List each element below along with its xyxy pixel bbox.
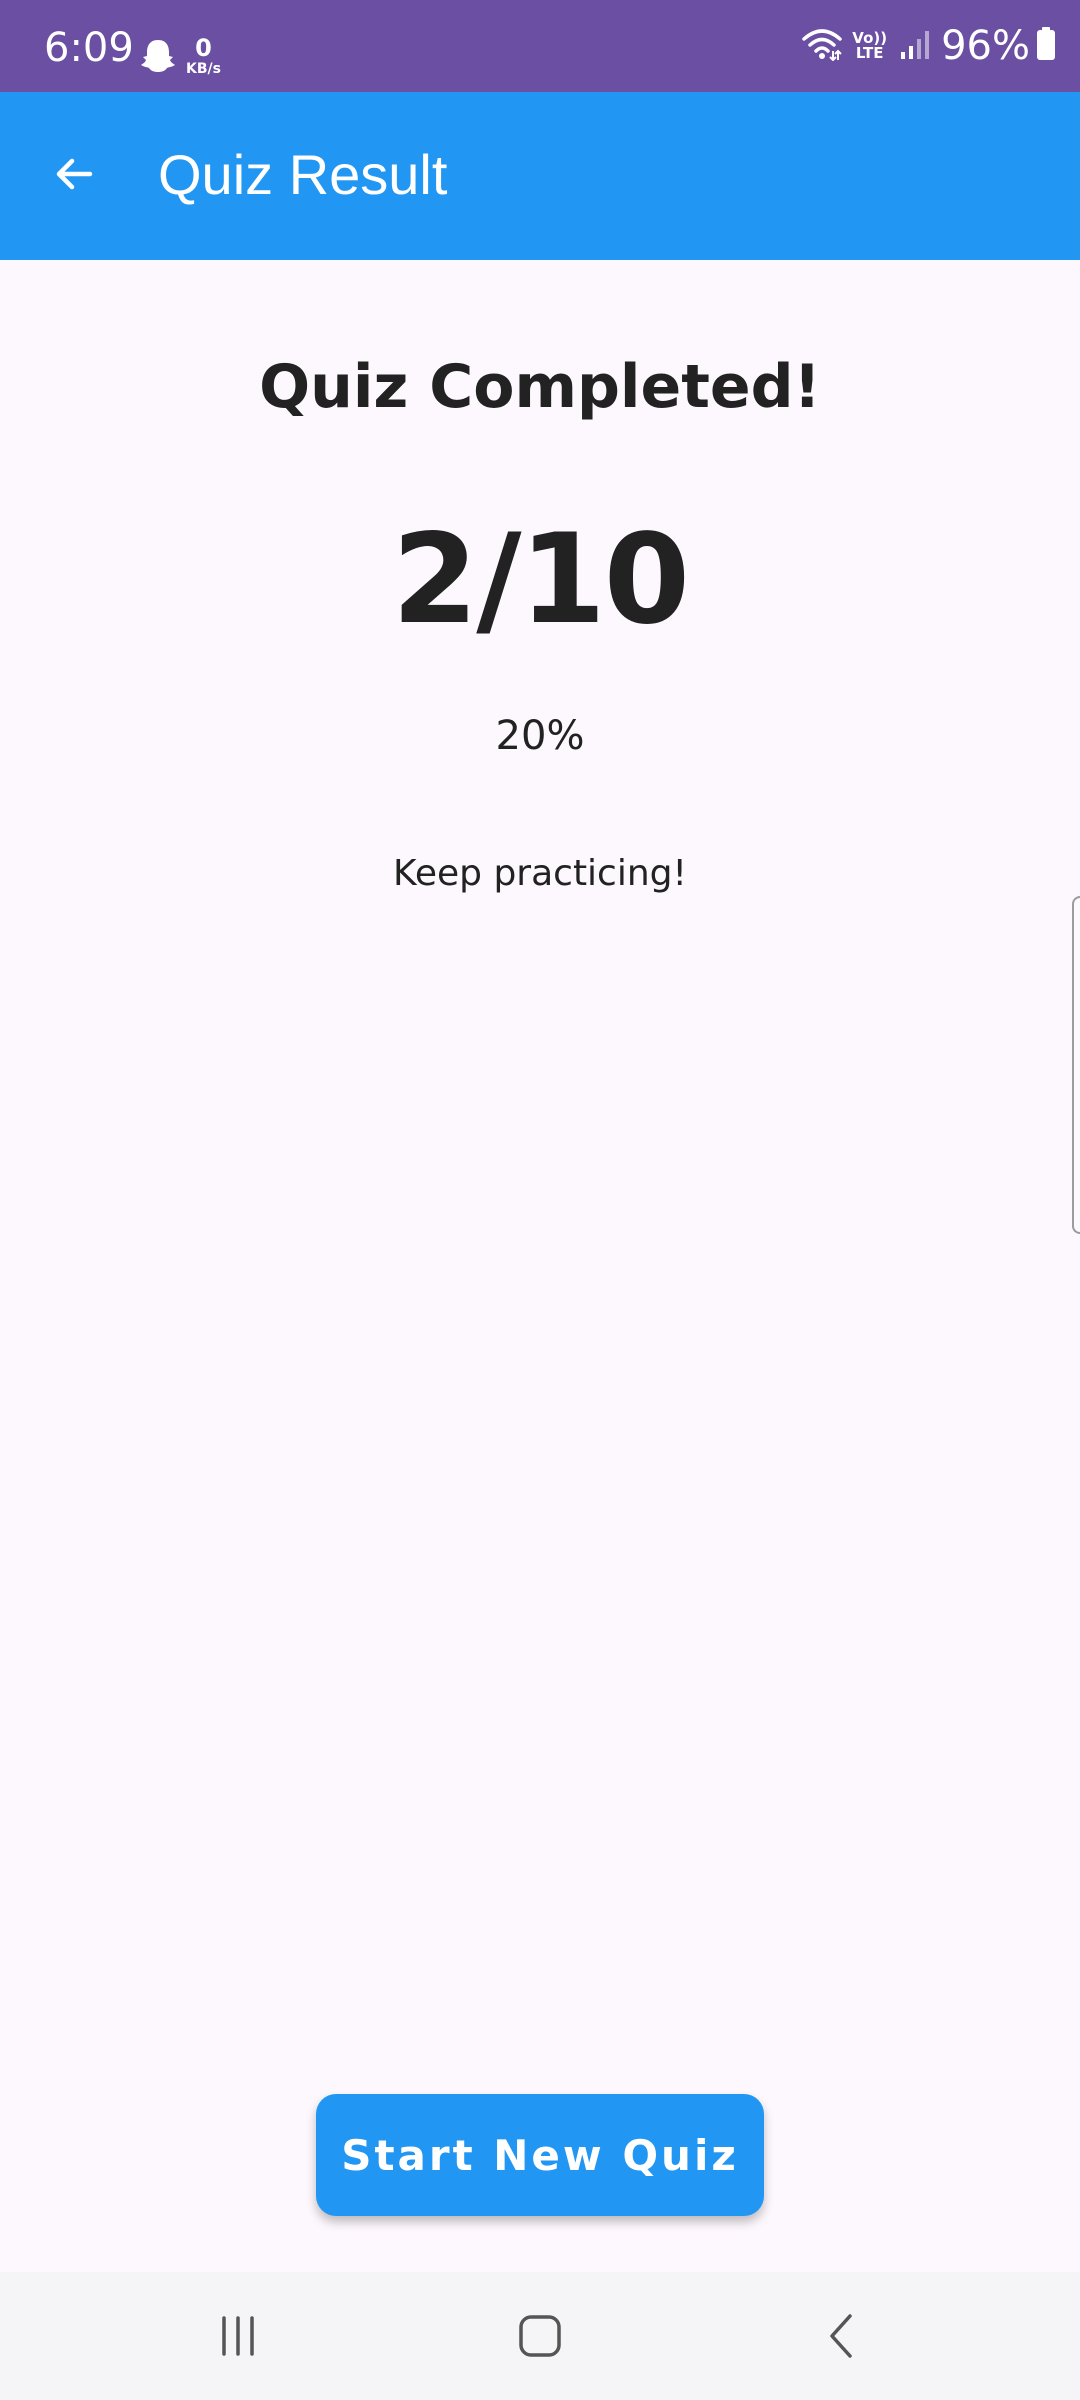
wifi-icon bbox=[802, 27, 843, 65]
start-new-quiz-button[interactable]: Start New Quiz bbox=[316, 2094, 764, 2216]
volte-line2: LTE bbox=[855, 44, 884, 62]
page-title: Quiz Result bbox=[158, 143, 448, 206]
app-bar: Quiz Result bbox=[0, 92, 1080, 260]
snapchat-ghost-icon bbox=[138, 36, 178, 76]
status-time: 6:09 bbox=[44, 25, 134, 71]
battery-icon bbox=[1036, 27, 1056, 65]
network-speed-value: 0 bbox=[195, 34, 212, 62]
recents-button[interactable] bbox=[198, 2298, 278, 2374]
home-icon bbox=[519, 2315, 561, 2357]
back-button[interactable] bbox=[42, 142, 106, 206]
nav-back-button[interactable] bbox=[802, 2298, 882, 2374]
recents-icon bbox=[222, 2316, 254, 2356]
status-bar: 6:09 0 KB/s Vo)) LTE 96% bbox=[0, 0, 1080, 92]
signal-icon bbox=[899, 28, 931, 64]
home-button[interactable] bbox=[500, 2298, 580, 2374]
battery-percentage: 96% bbox=[941, 23, 1030, 69]
network-speed-unit: KB/s bbox=[186, 61, 221, 77]
score-percentage: 20% bbox=[495, 713, 585, 759]
result-message: Keep practicing! bbox=[393, 853, 687, 894]
edge-panel-handle[interactable] bbox=[1072, 896, 1080, 1234]
network-speed: 0 KB/s bbox=[186, 36, 221, 76]
volte-indicator: Vo)) LTE bbox=[852, 31, 887, 61]
result-heading: Quiz Completed! bbox=[259, 352, 821, 422]
status-icons: Vo)) LTE 96% bbox=[802, 22, 1056, 70]
back-chevron-icon bbox=[830, 2314, 852, 2358]
arrow-left-icon bbox=[56, 158, 93, 190]
navigation-bar bbox=[0, 2272, 1080, 2400]
score-value: 2/10 bbox=[391, 508, 690, 652]
